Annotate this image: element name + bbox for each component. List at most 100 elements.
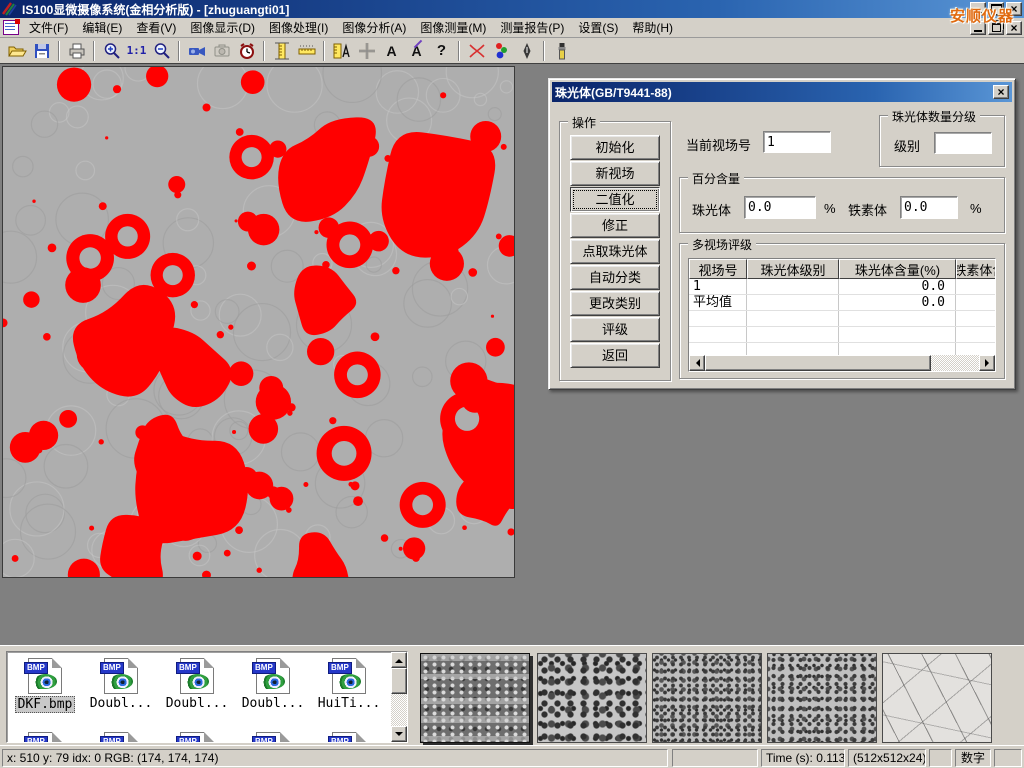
open-file-button[interactable] <box>4 40 29 62</box>
ferrite-percent-input[interactable] <box>900 196 958 219</box>
file-item[interactable]: BMP Doubl... <box>237 658 309 711</box>
video-capture-button[interactable] <box>184 40 209 62</box>
printer-icon <box>67 41 87 61</box>
thumbnail-4[interactable] <box>767 653 877 743</box>
init-button[interactable]: 初始化 <box>570 135 660 160</box>
menu-bar: 文件(F) 编辑(E) 查看(V) 图像显示(D) 图像处理(I) 图像分析(A… <box>0 18 1024 38</box>
rating-table[interactable]: 视场号 珠光体级别 珠光体含量(%) 铁素体含量(%) 1 0.0 平均值 0.… <box>688 258 996 372</box>
grade-count-group: 珠光体数量分级 级别 <box>879 115 1005 167</box>
scrollbar-track[interactable] <box>931 355 979 371</box>
measure-text-button[interactable] <box>329 40 354 62</box>
menu-view[interactable]: 查看(V) <box>129 17 183 38</box>
file-name[interactable]: Doubl... <box>164 696 231 711</box>
file-item[interactable]: BMP <box>237 732 309 743</box>
file-name[interactable]: DKF.bmp <box>15 696 76 713</box>
file-list[interactable]: BMP DKF.bmp BMP Doubl... BMP Doubl... BM… <box>6 651 408 743</box>
flashlight-button[interactable] <box>549 40 574 62</box>
dialog-close-button[interactable] <box>993 85 1009 99</box>
thumbnail-2[interactable] <box>537 653 647 743</box>
file-item[interactable]: BMP <box>313 732 385 743</box>
file-item[interactable]: BMP DKF.bmp <box>9 658 81 713</box>
move-tool-button[interactable] <box>354 40 379 62</box>
table-row[interactable]: 平均值 0.0 <box>689 295 995 311</box>
text-tool-button[interactable]: A <box>379 40 404 62</box>
specimen-image[interactable] <box>2 66 515 578</box>
scrollbar-track[interactable] <box>391 694 407 726</box>
caliper-button[interactable] <box>269 40 294 62</box>
pearlite-percent-input[interactable] <box>744 196 816 219</box>
camera-capture-button[interactable] <box>209 40 234 62</box>
eye-icon <box>186 674 209 689</box>
binarize-button[interactable]: 二值化 <box>570 187 660 212</box>
table-h-scrollbar[interactable] <box>689 355 995 371</box>
file-item[interactable]: BMP <box>161 732 233 743</box>
bmp-badge: BMP <box>176 736 200 743</box>
thumbnail-3[interactable] <box>652 653 762 743</box>
dialog-title-bar[interactable]: 珠光体(GB/T9441-88) <box>552 82 1012 102</box>
scroll-left-button[interactable] <box>689 355 705 371</box>
thumbnail-1[interactable] <box>420 653 530 743</box>
current-field-input[interactable] <box>763 131 831 153</box>
help-button[interactable]: ? <box>429 40 454 62</box>
grade-label: 级别 <box>894 136 920 155</box>
classify-points-button[interactable] <box>489 40 514 62</box>
scroll-right-button[interactable] <box>979 355 995 371</box>
col-pearlite-content[interactable]: 珠光体含量(%) <box>839 259 956 279</box>
menu-file[interactable]: 文件(F) <box>22 17 75 38</box>
thumbnail-5[interactable] <box>882 653 992 743</box>
menu-edit[interactable]: 编辑(E) <box>75 17 129 38</box>
scrollbar-thumb[interactable] <box>391 668 407 694</box>
status-image-size: (512x512x24) <box>848 749 926 767</box>
document-icon[interactable] <box>3 20 19 35</box>
menu-image-process[interactable]: 图像处理(I) <box>262 17 335 38</box>
move-cross-icon <box>357 41 377 61</box>
auto-classify-button[interactable]: 自动分类 <box>570 265 660 290</box>
menu-image-display[interactable]: 图像显示(D) <box>183 17 262 38</box>
menu-settings[interactable]: 设置(S) <box>571 17 625 38</box>
save-button[interactable] <box>29 40 54 62</box>
menu-help[interactable]: 帮助(H) <box>625 17 680 38</box>
actual-size-button[interactable]: 1:1 <box>124 40 149 62</box>
menu-report[interactable]: 测量报告(P) <box>493 17 571 38</box>
scroll-down-button[interactable] <box>391 726 407 742</box>
col-field-no[interactable]: 视场号 <box>689 259 747 279</box>
bmp-badge: BMP <box>328 662 352 674</box>
zoom-in-button[interactable] <box>99 40 124 62</box>
print-button[interactable] <box>64 40 89 62</box>
file-name[interactable]: Doubl... <box>88 696 155 711</box>
file-item[interactable]: BMP <box>9 732 81 743</box>
scrollbar-thumb[interactable] <box>705 355 931 371</box>
status-empty-2 <box>929 749 952 767</box>
file-item[interactable]: BMP Doubl... <box>161 658 233 711</box>
file-name[interactable]: HuiTi... <box>316 696 383 711</box>
pick-pearlite-button[interactable]: 点取珠光体 <box>570 239 660 264</box>
ruler-button[interactable] <box>294 40 319 62</box>
menu-image-measure[interactable]: 图像测量(M) <box>413 17 493 38</box>
col-pearlite-grade[interactable]: 珠光体级别 <box>747 259 839 279</box>
table-row[interactable]: 1 0.0 <box>689 279 995 295</box>
timer-button[interactable] <box>234 40 259 62</box>
file-name[interactable]: Doubl... <box>240 696 307 711</box>
status-mode: 数字 <box>955 749 991 767</box>
new-field-button[interactable]: 新视场 <box>570 161 660 186</box>
bmp-file-icon: BMP <box>180 658 214 694</box>
return-button[interactable]: 返回 <box>570 343 660 368</box>
status-time: Time (s): 0.113 <box>761 749 845 767</box>
file-item[interactable]: BMP HuiTi... <box>313 658 385 711</box>
bmp-badge: BMP <box>176 662 200 674</box>
change-class-button[interactable]: 更改类别 <box>570 291 660 316</box>
menu-image-analysis[interactable]: 图像分析(A) <box>335 17 413 38</box>
pen-tool-button[interactable] <box>514 40 539 62</box>
text-edit-button[interactable]: A <box>404 40 429 62</box>
correct-button[interactable]: 修正 <box>570 213 660 238</box>
cell-content: 0.0 <box>839 279 956 294</box>
file-item[interactable]: BMP <box>85 732 157 743</box>
scroll-up-button[interactable] <box>391 652 407 668</box>
col-ferrite-content[interactable]: 铁素体含量(%) <box>956 259 996 279</box>
curve-tool-button[interactable] <box>464 40 489 62</box>
rate-button[interactable]: 评级 <box>570 317 660 342</box>
grade-input[interactable] <box>934 132 992 154</box>
file-item[interactable]: BMP Doubl... <box>85 658 157 711</box>
file-list-scrollbar[interactable] <box>391 652 407 742</box>
zoom-out-button[interactable] <box>149 40 174 62</box>
